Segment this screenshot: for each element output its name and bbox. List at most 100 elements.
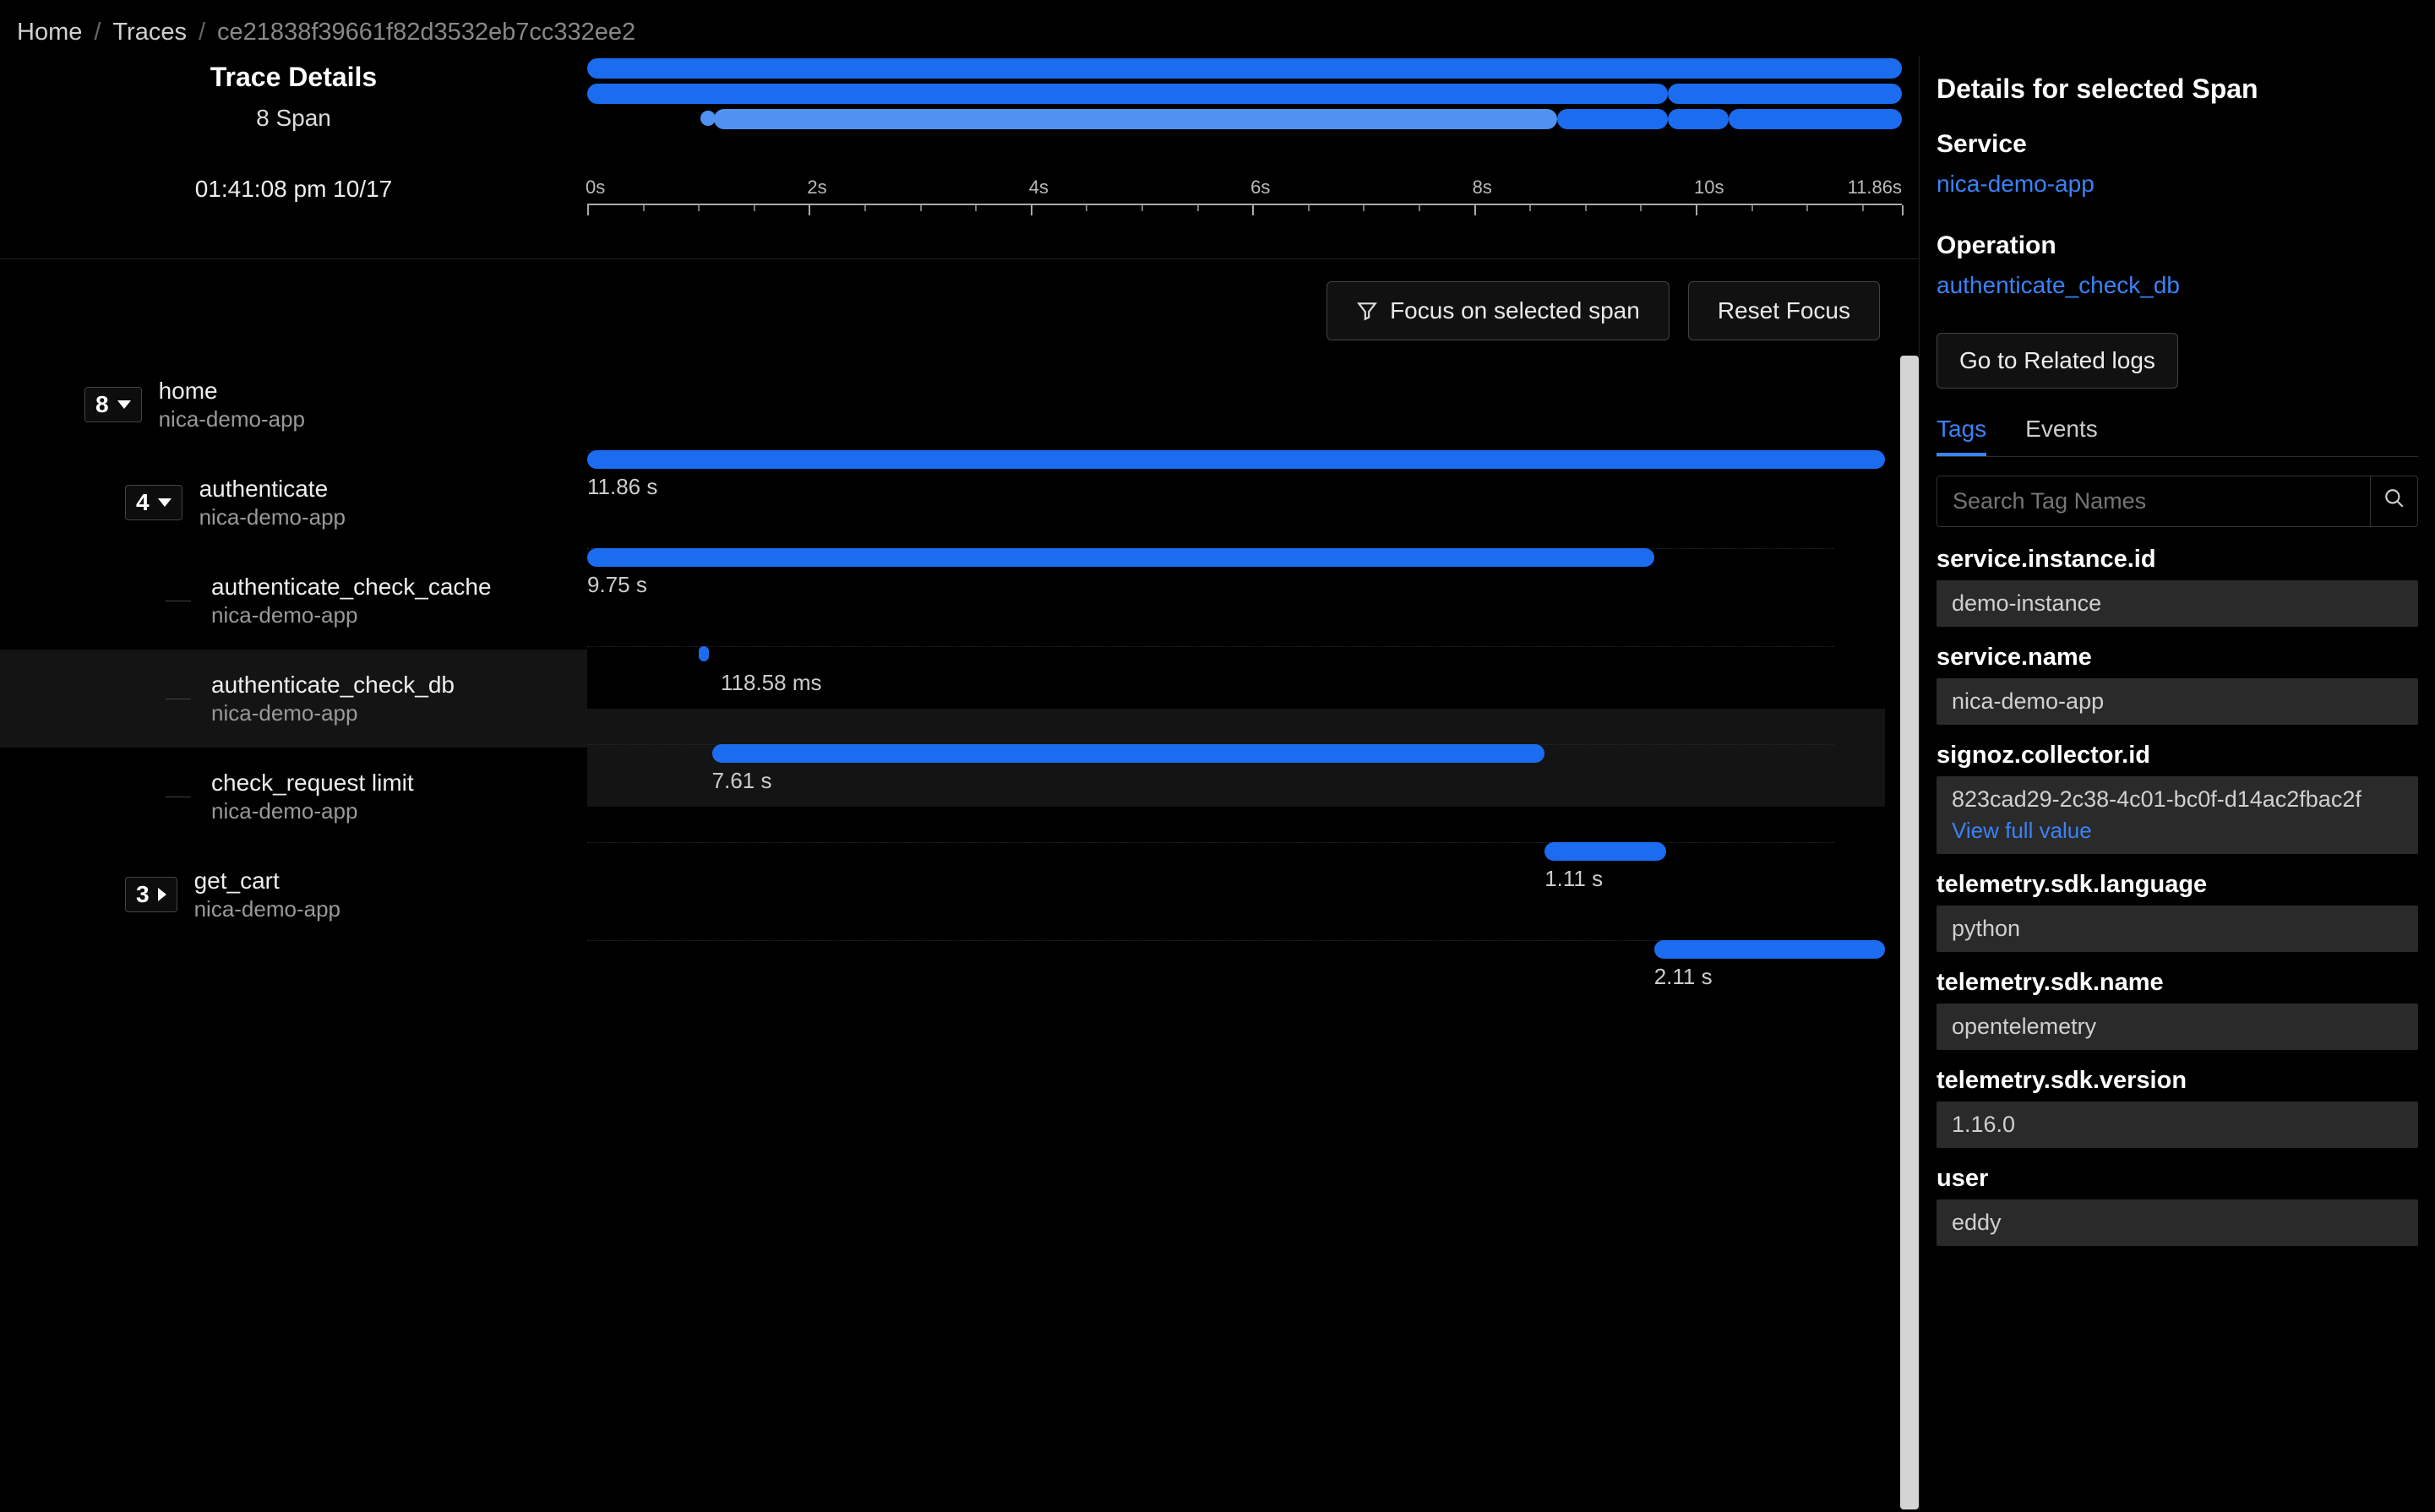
span-service: nica-demo-app [194, 896, 340, 922]
span-service: nica-demo-app [211, 602, 492, 628]
spans-gantt: 11.86 s 9.75 s 118.58 ms 7.61 s 1.11 s2.11 s [587, 356, 1919, 1509]
details-title: Details for selected Span [1937, 73, 2418, 105]
span-bar[interactable] [587, 450, 1885, 469]
tag-value[interactable]: python [1937, 906, 2418, 952]
axis-tick-label: 6s [1250, 177, 1270, 199]
span-name: check_request limit [211, 770, 414, 797]
span-child-count: 8 [95, 391, 109, 418]
span-bar[interactable] [587, 548, 1654, 567]
span-name: authenticate_check_cache [211, 574, 492, 601]
spans-panel: 8homenica-demo-app4authenticatenica-demo… [0, 356, 1919, 1509]
breadcrumb-trace-id: ce21838f39661f82d3532eb7cc332ee2 [217, 19, 635, 46]
span-service: nica-demo-app [211, 798, 414, 824]
span-toggle[interactable]: 3 [125, 877, 177, 912]
tab-tags[interactable]: Tags [1937, 405, 1986, 456]
span-service: nica-demo-app [159, 406, 305, 432]
focus-selected-button[interactable]: Focus on selected span [1326, 281, 1670, 340]
breadcrumb-home[interactable]: Home [17, 19, 82, 46]
tag-key: service.instance.id [1937, 546, 2418, 574]
focus-selected-label: Focus on selected span [1390, 297, 1640, 324]
axis-tick-label: 4s [1029, 177, 1049, 199]
trace-timestamp: 01:41:08 pm 10/17 [195, 176, 393, 203]
chevron-right-icon [158, 888, 166, 901]
tag-key: telemetry.sdk.version [1937, 1067, 2418, 1095]
gantt-row[interactable]: 11.86 s [587, 415, 1885, 513]
span-row[interactable]: 8homenica-demo-app [0, 356, 587, 454]
tags-list: service.instance.id demo-instance service.… [1937, 546, 2418, 1246]
gantt-row[interactable]: 9.75 s [587, 513, 1885, 611]
tag-item: telemetry.sdk.language python [1937, 871, 2418, 952]
span-row[interactable]: check_request limitnica-demo-app [0, 748, 587, 846]
overview-minimap[interactable]: 0s 2s 4s 6s 8s 10s 11.86s [587, 57, 1919, 258]
span-count: 8 Span [256, 105, 331, 132]
span-bar[interactable] [1654, 940, 1885, 959]
span-bar[interactable] [699, 646, 709, 661]
operation-label: Operation [1937, 231, 2418, 260]
service-label: Service [1937, 130, 2418, 159]
span-row[interactable]: 4authenticatenica-demo-app [0, 454, 587, 552]
gantt-row[interactable]: 1.11 s [587, 807, 1885, 905]
overview-bar [1668, 84, 1902, 104]
details-panel: Details for selected Span Service nica-d… [1920, 57, 2435, 1509]
overview-bar [1668, 109, 1729, 129]
span-duration-label: 9.75 s [587, 572, 647, 598]
tag-value[interactable]: 823cad29-2c38-4c01-bc0f-d14ac2fbac2fView… [1937, 776, 2418, 854]
tag-search [1937, 476, 2418, 527]
spans-tree: 8homenica-demo-app4authenticatenica-demo… [0, 356, 587, 1509]
page-title: Trace Details [210, 62, 377, 93]
span-child-count: 4 [136, 489, 150, 516]
span-row[interactable]: authenticate_check_cachenica-demo-app [0, 552, 587, 650]
gantt-row[interactable]: 118.58 ms [587, 611, 1885, 709]
span-toggle[interactable]: 8 [84, 387, 142, 422]
tab-events[interactable]: Events [2025, 405, 2098, 456]
tag-key: user [1937, 1165, 2418, 1193]
tag-value[interactable]: eddy [1937, 1199, 2418, 1246]
span-name: authenticate_check_db [211, 672, 455, 699]
overview-bar [1729, 109, 1902, 129]
tag-item: user eddy [1937, 1165, 2418, 1246]
tag-key: telemetry.sdk.name [1937, 969, 2418, 997]
span-service: nica-demo-app [211, 700, 455, 726]
tag-item: signoz.collector.id 823cad29-2c38-4c01-bc… [1937, 742, 2418, 854]
tag-item: telemetry.sdk.name opentelemetry [1937, 969, 2418, 1050]
axis-tick-label: 11.86s [1848, 177, 1902, 199]
tag-value[interactable]: opentelemetry [1937, 1003, 2418, 1050]
time-axis: 0s2s4s6s8s10s11.86s [587, 204, 1902, 246]
details-tabs: Tags Events [1937, 405, 2418, 457]
scrollbar[interactable] [1900, 356, 1919, 1509]
tag-value[interactable]: 1.16.0 [1937, 1101, 2418, 1148]
operation-link[interactable]: authenticate_check_db [1937, 272, 2418, 299]
tag-value[interactable]: demo-instance [1937, 580, 2418, 627]
chevron-down-icon [158, 498, 172, 507]
axis-tick-label: 10s [1694, 177, 1724, 199]
span-service: nica-demo-app [199, 504, 346, 530]
axis-tick-label: 8s [1473, 177, 1492, 199]
span-bar[interactable] [712, 744, 1545, 763]
reset-focus-button[interactable]: Reset Focus [1688, 281, 1880, 340]
span-child-count: 3 [136, 881, 150, 908]
gantt-row[interactable]: 2.11 s [587, 905, 1885, 1003]
search-icon [2383, 487, 2405, 515]
axis-tick-label: 0s [586, 177, 605, 199]
span-bar[interactable] [1544, 842, 1666, 861]
view-full-value-link[interactable]: View full value [1952, 818, 2403, 844]
span-toggle[interactable]: 4 [125, 485, 182, 520]
filter-icon [1356, 300, 1378, 322]
axis-tick-label: 2s [807, 177, 826, 199]
tag-key: signoz.collector.id [1937, 742, 2418, 770]
search-input[interactable] [1937, 476, 2370, 526]
chevron-down-icon [117, 400, 131, 409]
span-row[interactable]: authenticate_check_dbnica-demo-app [0, 650, 587, 748]
related-logs-button[interactable]: Go to Related logs [1937, 333, 2178, 389]
breadcrumb-sep: / [94, 19, 101, 46]
tag-key: service.name [1937, 644, 2418, 672]
breadcrumb-sep: / [199, 19, 205, 46]
tag-value[interactable]: nica-demo-app [1937, 678, 2418, 725]
breadcrumb-traces[interactable]: Traces [112, 19, 187, 46]
tag-key: telemetry.sdk.language [1937, 871, 2418, 899]
span-row[interactable]: 3get_cartnica-demo-app [0, 846, 587, 944]
span-duration-label: 7.61 s [712, 768, 772, 794]
search-button[interactable] [2370, 476, 2417, 526]
gantt-row[interactable]: 7.61 s [587, 709, 1885, 807]
service-link[interactable]: nica-demo-app [1937, 171, 2418, 198]
